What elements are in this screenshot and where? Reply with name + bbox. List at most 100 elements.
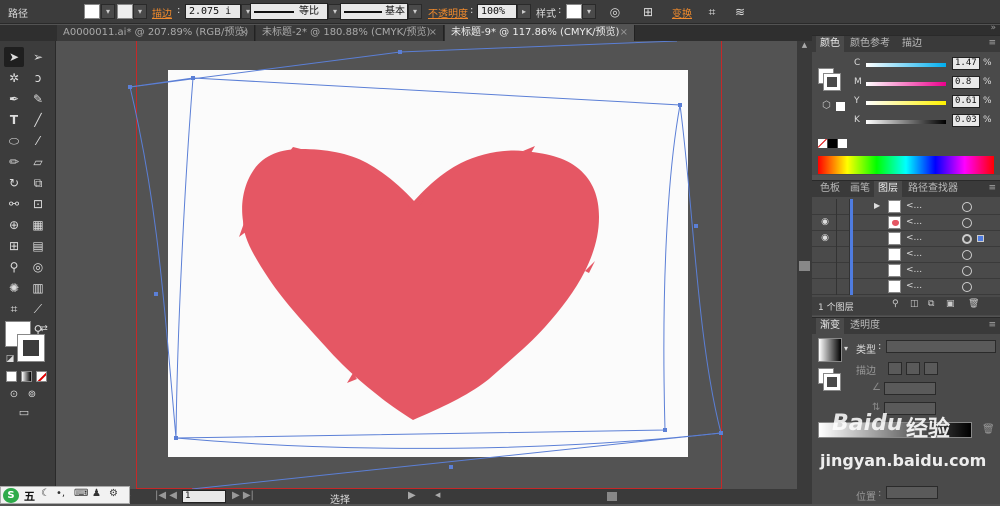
delete-layer-icon[interactable]: 🗑 xyxy=(968,299,979,309)
magenta-slider[interactable] xyxy=(866,82,946,86)
rotate-icon[interactable]: ↻ xyxy=(4,173,24,193)
brush-dropdown[interactable]: ▾ xyxy=(408,4,422,19)
layer-row[interactable]: ◉ <... xyxy=(812,215,1000,231)
white-color-icon[interactable] xyxy=(838,139,847,148)
eye-icon[interactable]: ◉ xyxy=(818,217,832,229)
gradient-dropdown-icon[interactable]: ▾ xyxy=(844,344,848,353)
scroll-up-icon[interactable]: ▲ xyxy=(799,41,810,51)
paintbrush-icon[interactable]: ⁄ xyxy=(28,131,48,151)
horizontal-scroll-thumb[interactable] xyxy=(607,492,617,501)
align-icon[interactable]: ⊞ xyxy=(638,2,658,22)
artboard-number-field[interactable]: 1 xyxy=(182,490,226,503)
gamut-swatch[interactable] xyxy=(836,102,845,111)
pen-tool-icon[interactable]: ✒ xyxy=(4,89,24,109)
target-icon[interactable] xyxy=(962,202,972,212)
new-sublayer-icon[interactable]: ⧉ xyxy=(928,299,934,309)
blend-tool-icon[interactable]: ◎ xyxy=(28,257,48,277)
layer-row[interactable]: ▶ <... xyxy=(812,199,1000,215)
opacity-dropdown[interactable]: ▸ xyxy=(517,4,531,19)
tab-stroke[interactable]: 描边 xyxy=(898,36,926,52)
opacity-field[interactable]: 100% xyxy=(477,4,517,19)
black-value[interactable]: 0.03 xyxy=(952,114,980,127)
mesh-icon[interactable]: ⊞ xyxy=(4,236,24,256)
stroke-gradient-option-3[interactable] xyxy=(924,362,938,375)
screen-mode-icon[interactable]: ▭ xyxy=(14,403,34,423)
recolor-artwork-icon[interactable]: ◎ xyxy=(605,2,625,22)
swap-fill-stroke-icon[interactable]: ⇄ xyxy=(34,319,54,339)
gradient-preview[interactable] xyxy=(818,338,842,362)
gradient-tool-icon[interactable]: ▤ xyxy=(28,236,48,256)
stroke-swatch[interactable] xyxy=(117,4,133,19)
target-icon[interactable] xyxy=(962,218,972,228)
collapse-panels-icon[interactable]: » xyxy=(990,23,996,33)
locate-object-icon[interactable]: ⚲ xyxy=(892,299,899,309)
type-tool-icon[interactable]: T xyxy=(4,110,24,130)
ellipse-tool-icon[interactable]: ⬭ xyxy=(4,131,24,151)
ime-mode[interactable]: 五 xyxy=(24,488,35,504)
location-field[interactable] xyxy=(886,486,938,499)
selection-indicator[interactable] xyxy=(977,235,984,242)
tab-layers[interactable]: 图层 xyxy=(874,181,902,197)
artboard-tool-icon[interactable]: ⌗ xyxy=(4,299,24,319)
gradient-type-select[interactable] xyxy=(886,340,996,353)
tab-brushes[interactable]: 画笔 xyxy=(846,181,874,197)
fill-dropdown[interactable]: ▾ xyxy=(101,4,115,19)
color-mode-icon[interactable] xyxy=(6,371,17,382)
first-artboard-icon[interactable]: |◀ ◀ xyxy=(155,490,177,501)
expand-arrow-icon[interactable]: ▶ xyxy=(874,201,880,210)
black-color-icon[interactable] xyxy=(828,139,837,148)
target-icon[interactable] xyxy=(962,234,972,244)
yellow-value[interactable]: 0.61 xyxy=(952,95,980,108)
free-transform-icon[interactable]: ⊡ xyxy=(28,194,48,214)
perspective-grid-icon[interactable]: ▦ xyxy=(28,215,48,235)
canvas-area[interactable] xyxy=(57,41,797,489)
gradient-stroke-swatch[interactable] xyxy=(823,373,841,391)
new-layer-icon[interactable]: ▣ xyxy=(946,299,955,309)
variable-width-profile[interactable]: 等比 xyxy=(250,3,328,20)
yellow-slider[interactable] xyxy=(866,101,946,105)
draw-behind-icon[interactable]: ⊚ xyxy=(22,385,42,405)
stroke-weight-field[interactable]: 2.075 i xyxy=(185,4,241,19)
width-tool-icon[interactable]: ⚯ xyxy=(4,194,24,214)
panel-menu-icon[interactable]: ≡ xyxy=(988,38,996,48)
target-icon[interactable] xyxy=(962,250,972,260)
draw-mode-icon[interactable]: ⊙ xyxy=(4,385,24,405)
target-icon[interactable] xyxy=(962,282,972,292)
layer-row[interactable]: <... xyxy=(812,263,1000,279)
ime-logo-icon[interactable]: S xyxy=(3,488,19,503)
magenta-value[interactable]: 0.8 xyxy=(952,76,980,89)
close-icon[interactable]: × xyxy=(240,25,248,41)
tab-swatches[interactable]: 色板 xyxy=(816,181,844,197)
layer-row[interactable]: <... xyxy=(812,247,1000,263)
curvature-tool-icon[interactable]: ✎ xyxy=(28,89,48,109)
target-icon[interactable] xyxy=(962,266,972,276)
color-spectrum[interactable] xyxy=(818,156,994,174)
cyan-value[interactable]: 1.47 xyxy=(952,57,980,70)
slice-tool-icon[interactable]: ⟋ xyxy=(28,299,48,319)
panel-menu-icon[interactable]: ≡ xyxy=(988,183,996,193)
direct-selection-tool-icon[interactable]: ➢ xyxy=(28,47,48,67)
tab-transparency[interactable]: 透明度 xyxy=(846,318,884,334)
black-slider[interactable] xyxy=(866,120,946,124)
tab-document-2[interactable]: 未标题-2* @ 180.88% (CMYK/预览) × xyxy=(256,25,444,41)
stroke-weight-label[interactable]: 描边 xyxy=(152,5,172,20)
cyan-slider[interactable] xyxy=(866,63,946,67)
eraser-icon[interactable]: ▱ xyxy=(28,152,48,172)
shape-builder-icon[interactable]: ⊕ xyxy=(4,215,24,235)
isolate-selection-icon[interactable]: ⌗ xyxy=(702,2,722,22)
none-color-icon[interactable] xyxy=(818,139,827,148)
ime-punct-icon[interactable]: •, xyxy=(56,488,65,499)
out-of-gamut-icon[interactable]: ⬡ xyxy=(822,100,831,111)
gradient-mode-icon[interactable] xyxy=(21,371,32,382)
pencil-icon[interactable]: ✏ xyxy=(4,152,24,172)
panel-menu-icon[interactable]: ≋ xyxy=(730,2,750,22)
tab-color-guide[interactable]: 颜色参考 xyxy=(846,36,894,52)
selection-tool-icon[interactable]: ➤ xyxy=(4,47,24,67)
scale-icon[interactable]: ⧉ xyxy=(28,173,48,193)
graph-tool-icon[interactable]: ▥ xyxy=(28,278,48,298)
tab-pathfinder[interactable]: 路径查找器 xyxy=(904,181,962,197)
tab-document-3[interactable]: 未标题-9* @ 117.86% (CMYK/预览) × xyxy=(445,25,635,41)
next-artboard-icon[interactable]: ▶ ▶| xyxy=(232,490,254,501)
stroke-gradient-option-2[interactable] xyxy=(906,362,920,375)
color-stroke-swatch[interactable] xyxy=(823,73,841,91)
